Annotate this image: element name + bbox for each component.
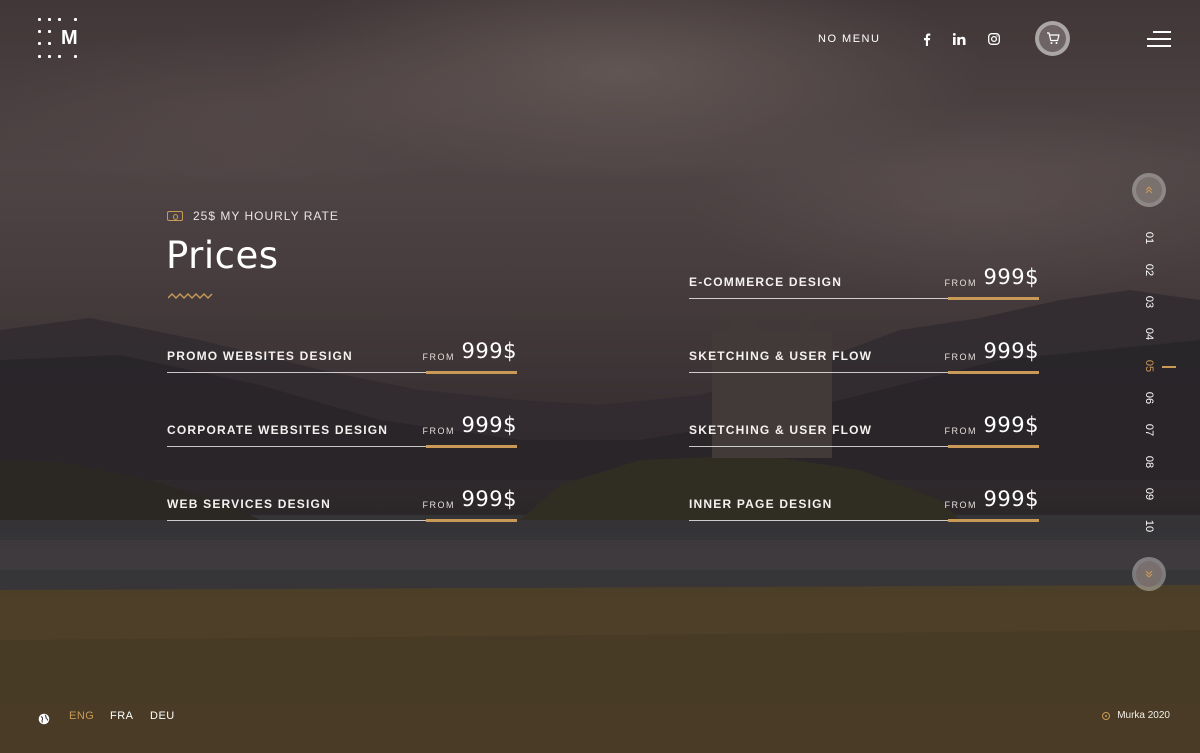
globe-icon [38,710,50,729]
price-amount: 999$ [983,413,1039,437]
service-name: SKETCHING & USER FLOW [689,349,873,363]
hamburger-icon[interactable] [1147,31,1171,47]
page-title: Prices [166,234,279,277]
hourly-rate-text: 25$ MY HOURLY RATE [193,209,339,223]
logo-dot [38,55,41,58]
copyright-text: Murka 2020 [1117,710,1170,721]
price-row[interactable]: PROMO WEBSITES DESIGN FROM 999$ [167,339,517,374]
price-amount: 999$ [461,487,517,511]
row-accent [948,445,1039,448]
service-name: CORPORATE WEBSITES DESIGN [167,423,389,437]
logo-dot [48,30,51,33]
title-divider [168,293,213,299]
pager-up-button[interactable] [1132,173,1166,207]
service-name: PROMO WEBSITES DESIGN [167,349,353,363]
page-number[interactable]: 03 [1142,295,1156,309]
pager-down-button[interactable] [1132,557,1166,591]
price-row[interactable]: E-COMMERCE DESIGN FROM 999$ [689,265,1039,300]
logo-dot [48,42,51,45]
language-option-active[interactable]: ENG [69,710,94,722]
row-accent [426,445,517,448]
service-name: SKETCHING & USER FLOW [689,423,873,437]
page-number[interactable]: 04 [1142,327,1156,341]
money-icon [167,211,183,221]
price-amount: 999$ [983,339,1039,363]
from-label: FROM [944,278,977,288]
price-amount: 999$ [461,339,517,363]
row-accent [948,371,1039,374]
page-number[interactable]: 08 [1142,455,1156,469]
price-row[interactable]: SKETCHING & USER FLOW FROM 999$ [689,413,1039,448]
from-label: FROM [944,426,977,436]
hourly-rate: 25$ MY HOURLY RATE [167,209,339,223]
service-name: INNER PAGE DESIGN [689,497,833,511]
price-amount: 999$ [983,265,1039,289]
from-label: FROM [422,352,455,362]
from-label: FROM [944,500,977,510]
language-option[interactable]: FRA [110,710,134,722]
linkedin-icon[interactable] [950,30,968,48]
hamburger-line [1153,31,1171,33]
from-label: FROM [944,352,977,362]
logo-dot [38,30,41,33]
page-number[interactable]: 10 [1142,519,1156,533]
page-number[interactable]: 02 [1142,263,1156,277]
page-number[interactable]: 09 [1142,487,1156,501]
service-name: E-COMMERCE DESIGN [689,275,843,289]
logo-dot [48,18,51,21]
row-accent [426,371,517,374]
logo-dot [58,18,61,21]
copyright: Murka 2020 [1102,710,1170,721]
service-name: WEB SERVICES DESIGN [167,497,331,511]
logo-dot [74,18,77,21]
logo-dot [38,18,41,21]
page-number[interactable]: 06 [1142,391,1156,405]
row-accent [948,519,1039,522]
price-amount: 999$ [461,413,517,437]
chevron-down-icon [1136,561,1162,587]
price-amount: 999$ [983,487,1039,511]
logo-dot [58,55,61,58]
price-row[interactable]: WEB SERVICES DESIGN FROM 999$ [167,487,517,522]
row-accent [948,297,1039,300]
from-label: FROM [422,500,455,510]
copyright-icon [1102,711,1111,720]
price-row[interactable]: INNER PAGE DESIGN FROM 999$ [689,487,1039,522]
hamburger-line [1147,45,1171,47]
background-landscape [0,0,1200,753]
instagram-icon[interactable] [985,30,1003,48]
page-number[interactable]: 07 [1142,423,1156,437]
from-label: FROM [422,426,455,436]
row-accent [426,519,517,522]
language-option[interactable]: DEU [150,710,175,722]
logo-dot [74,55,77,58]
price-row[interactable]: CORPORATE WEBSITES DESIGN FROM 999$ [167,413,517,448]
nav-menu-link[interactable]: NO MENU [818,33,880,45]
page-number[interactable]: 01 [1142,231,1156,245]
cart-button[interactable] [1035,21,1070,56]
cart-icon [1039,25,1066,52]
hamburger-line [1147,38,1171,40]
logo-letter: M [61,27,78,49]
price-row[interactable]: SKETCHING & USER FLOW FROM 999$ [689,339,1039,374]
logo-dot [38,42,41,45]
facebook-icon[interactable] [918,30,936,48]
logo-dot [48,55,51,58]
logo[interactable]: M [38,18,80,60]
active-page-indicator [1162,366,1176,368]
chevron-up-icon [1136,177,1162,203]
page-number-active[interactable]: 05 [1142,359,1156,373]
